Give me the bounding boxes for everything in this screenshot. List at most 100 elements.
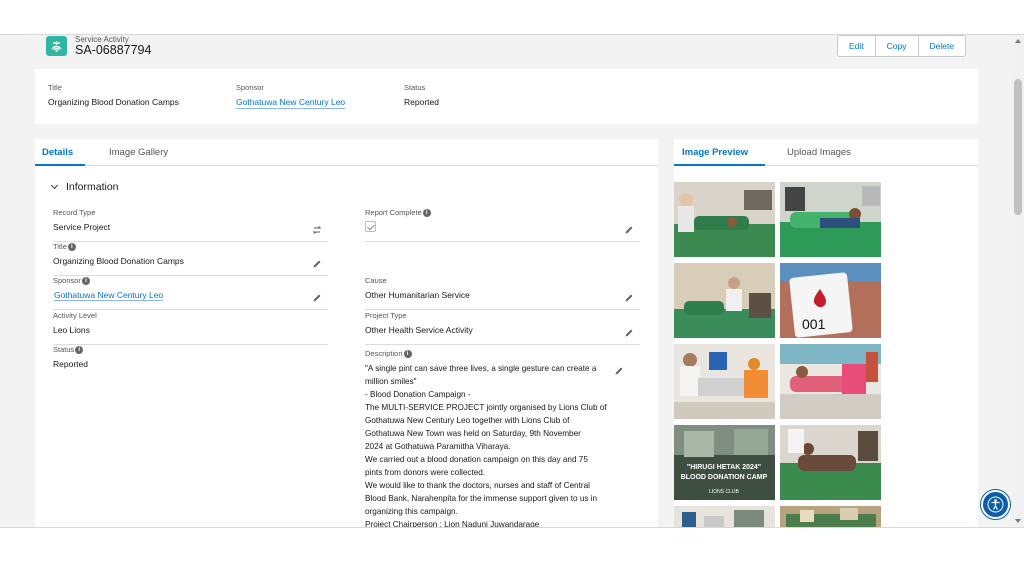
description-line: Blood Bank, Narahenpita for the immense … [365,494,598,503]
info-icon[interactable]: i [403,349,412,358]
cause-label: Cause [365,276,387,285]
cause-value: Other Humanitarian Service [365,290,470,300]
description-line: million smiles" [365,377,417,386]
field-status: Status i Reported [53,345,328,379]
highlight-title: Title Organizing Blood Donation Camps [48,83,179,107]
info-icon[interactable]: i [67,242,76,251]
pencil-icon[interactable] [624,328,634,338]
poster-title-line-2: BLOOD DONATION CAMP [681,474,768,481]
details-tabs: Details Image Gallery [35,139,658,166]
description-line: organizing this campaign. [365,507,458,516]
accessibility-icon [987,496,1004,513]
gallery-image[interactable] [674,344,775,419]
highlight-title-value: Organizing Blood Donation Camps [48,97,179,107]
section-title: Information [66,181,119,193]
title-label: Title [53,242,67,251]
description-label: Description [365,349,403,358]
details-card: Details Image Gallery Information Record… [35,139,658,527]
project-type-label: Project Type [365,311,407,320]
title-value: Organizing Blood Donation Camps [53,256,184,266]
sponsor-label: Sponsor [53,276,81,285]
description-line: 2024 at Gothatuwa Paramitha Viharaya. [365,442,511,451]
field-sponsor: Sponsor i Gothatuwa New Century Leo [53,276,328,310]
gallery-image[interactable]: 001 [780,263,881,338]
field-title: Title i Organizing Blood Donation Camps [53,242,328,276]
gallery-image[interactable] [780,506,881,527]
information-section-toggle[interactable]: Information [50,181,119,193]
description-text: "A single pint can save three lives, a s… [365,362,623,527]
scroll-up-icon[interactable] [1015,39,1021,43]
tab-image-preview-underline [674,164,765,166]
field-cause: Cause Other Humanitarian Service [365,276,640,310]
record-name: SA-06887794 [75,43,152,57]
highlight-sponsor-label: Sponsor [236,83,264,92]
sponsor-link[interactable]: Gothatuwa New Century Leo [54,290,164,301]
highlight-status-value: Reported [404,97,439,107]
tab-upload-images[interactable]: Upload Images [787,147,851,158]
browser-bottom-band [0,527,1024,576]
report-complete-checkbox [365,221,376,232]
field-activity-level: Activity Level Leo Lions [53,311,328,345]
activity-level-value: Leo Lions [53,325,90,335]
image-tabs: Image Preview Upload Images [674,139,978,166]
gallery-image[interactable]: "HIRUGI HETAK 2024" BLOOD DONATION CAMP … [674,425,775,500]
pencil-icon[interactable] [624,293,634,303]
tab-image-gallery[interactable]: Image Gallery [109,147,168,158]
blood-bag-number: 001 [802,316,826,332]
record-type-value: Service Project [53,222,111,232]
highlight-title-label: Title [48,83,62,92]
chevron-down-icon [50,181,59,190]
description-line: Project Chairperson : Lion Naduni Juwand… [365,520,540,527]
field-record-type: Record Type Service Project [53,208,328,242]
info-icon[interactable]: i [81,276,90,285]
tab-details-underline [35,164,85,166]
description-line: We would like to thank the doctors, nurs… [365,481,590,490]
report-complete-label: Report Complete [365,208,422,217]
description-line: Gothatuwa New Town was held on Saturday,… [365,429,581,438]
record-page: Service Activity SA-06887794 Edit Copy D… [0,35,1012,527]
field-project-type: Project Type Other Health Service Activi… [365,311,640,345]
highlights-panel: Title Organizing Blood Donation Camps Sp… [35,69,978,124]
gallery-image[interactable] [780,182,881,257]
copy-button[interactable]: Copy [876,36,919,56]
pencil-icon[interactable] [624,225,634,235]
pencil-icon[interactable] [312,293,322,303]
page-scrollbar[interactable] [1012,35,1024,527]
edit-button[interactable]: Edit [838,36,876,56]
scroll-down-icon[interactable] [1015,519,1021,523]
pencil-icon[interactable] [312,259,322,269]
change-record-type-icon[interactable] [312,225,322,235]
description-line: "A single pint can save three lives, a s… [365,364,597,373]
service-activity-icon [46,36,67,56]
gallery-image[interactable] [780,425,881,500]
record-actions: Edit Copy Delete [837,35,967,57]
accessibility-button[interactable] [981,490,1010,519]
description-line: pints from donors were collected. [365,468,486,477]
activity-level-label: Activity Level [53,311,97,320]
gallery-image[interactable] [780,344,881,419]
image-card: Image Preview Upload Images 001 "HIRUGI … [674,139,978,527]
tab-details[interactable]: Details [42,147,73,158]
pencil-icon[interactable] [614,366,624,376]
record-type-label: Record Type [53,208,96,217]
browser-top-band [0,0,1024,35]
info-icon[interactable]: i [75,345,84,354]
scrollbar-thumb[interactable] [1014,79,1022,215]
project-type-value: Other Health Service Activity [365,325,473,335]
description-line: - Blood Donation Campaign - [365,390,471,399]
highlight-sponsor: Sponsor Gothatuwa New Century Leo [236,83,346,109]
highlight-status: Status Reported [404,83,439,107]
gallery-image[interactable] [674,263,775,338]
tab-image-preview[interactable]: Image Preview [682,147,748,158]
field-report-complete: Report Complete i [365,208,640,242]
delete-button[interactable]: Delete [919,36,966,56]
info-icon[interactable]: i [422,208,431,217]
highlight-status-label: Status [404,83,426,92]
description-line: We carried out a blood donation campaign… [365,455,588,464]
gallery-image[interactable] [674,506,775,527]
field-description: Description i "A single pint can save thr… [365,349,645,527]
poster-title-line-1: "HIRUGI HETAK 2024" [687,464,761,471]
highlight-sponsor-link[interactable]: Gothatuwa New Century Leo [236,97,346,109]
status-value: Reported [53,359,88,369]
gallery-image[interactable] [674,182,775,257]
